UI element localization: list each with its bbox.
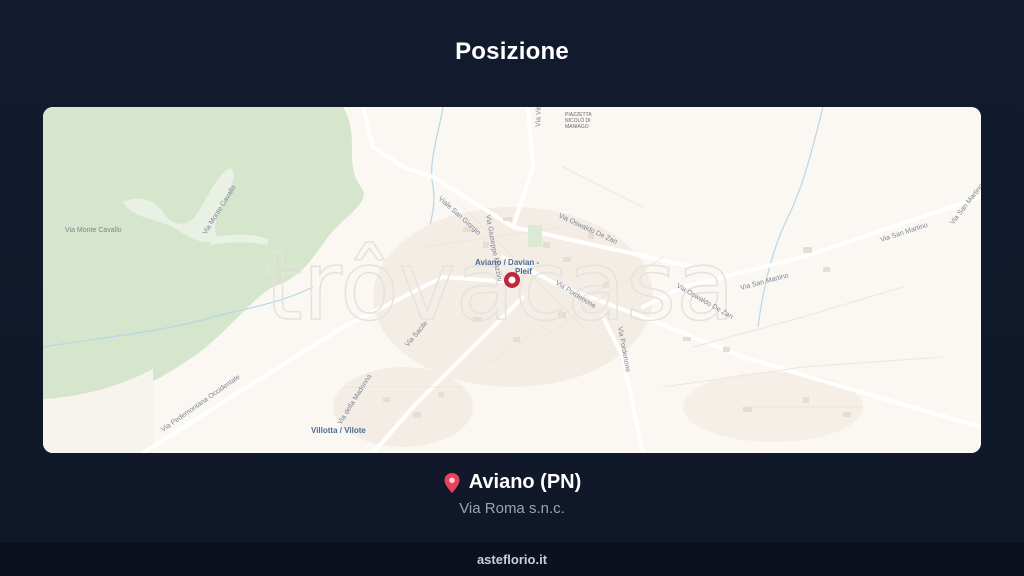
street-label: Via Vittorio (535, 107, 543, 127)
location-address: Via Roma s.n.c. (459, 500, 565, 517)
location-marker-icon[interactable] (504, 272, 520, 288)
location-block: Aviano (PN) (0, 471, 1024, 499)
map-canvas[interactable]: trôvacasa Via Monte Cavallo Via Monte Ca… (43, 107, 981, 453)
street-label: Via Monte Cavallo (65, 227, 122, 234)
footer: asteflorio.it (0, 543, 1024, 576)
watermark-text: trôvacasa (265, 230, 735, 342)
map-pin-icon (444, 472, 460, 493)
place-label-piazzetta: NICOLÒ DI (565, 117, 591, 124)
page-title: Posizione (455, 38, 569, 65)
location-name: Aviano (PN) (468, 471, 582, 493)
place-label-aviano: Aviano / Davian - (475, 258, 540, 267)
footer-site-link[interactable]: asteflorio.it (477, 552, 547, 567)
place-label-piazzetta: MANIAGO (565, 124, 589, 130)
place-label-villotta: Villotta / Vilote (311, 426, 366, 435)
location-map[interactable]: trôvacasa Via Monte Cavallo Via Monte Ca… (43, 107, 981, 453)
